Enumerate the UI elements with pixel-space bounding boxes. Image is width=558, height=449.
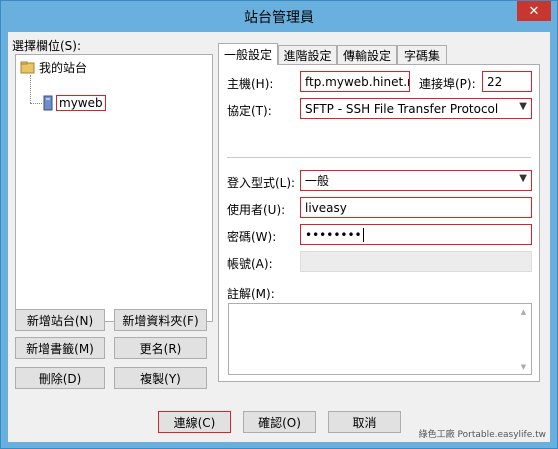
copy-button[interactable]: 複製(Y): [114, 367, 207, 389]
tree-connector: [30, 103, 42, 104]
window-title: 站台管理員: [244, 10, 314, 26]
tab-transfer[interactable]: 傳輸設定: [337, 45, 397, 64]
tree-site-label: myweb: [56, 95, 106, 111]
logon-type-label: 登入型式(L):: [227, 176, 296, 190]
password-mask: ••••••••: [305, 227, 362, 242]
new-folder-button[interactable]: 新增資料夾(F): [114, 309, 207, 331]
port-label: 連接埠(P):: [419, 77, 476, 91]
protocol-value: SFTP - SSH File Transfer Protocol: [305, 101, 499, 116]
user-input[interactable]: liveasy: [300, 197, 532, 218]
comments-textarea[interactable]: ▲ ▼: [228, 303, 532, 375]
dialog-client: 選擇欄位(S): 我的站台 myweb 新增站台(N) 新增資料夾(F) 新增書…: [8, 32, 550, 442]
host-input[interactable]: ftp.myweb.hinet.net: [300, 71, 410, 92]
tab-advanced[interactable]: 進階設定: [278, 45, 337, 64]
title-bar[interactable]: 站台管理員 ✕: [1, 1, 557, 32]
close-button[interactable]: ✕: [517, 1, 551, 21]
logon-type-value: 一般: [305, 174, 330, 188]
comments-label: 註解(M):: [227, 287, 275, 301]
select-entry-label: 選擇欄位(S):: [12, 39, 82, 53]
scroll-up-icon: ▲: [520, 307, 527, 316]
logon-type-select[interactable]: 一般 ▼: [300, 170, 532, 191]
account-label: 帳號(A):: [227, 257, 273, 271]
folder-network-icon: [20, 61, 35, 73]
password-input[interactable]: ••••••••: [300, 224, 532, 245]
tab-charset[interactable]: 字碼集: [397, 45, 447, 64]
account-input: [300, 251, 532, 272]
connect-button[interactable]: 連線(C): [158, 411, 231, 433]
password-label: 密碼(W):: [227, 230, 277, 244]
new-bookmark-button[interactable]: 新增書籤(M): [15, 337, 105, 359]
site-manager-window: 站台管理員 ✕ 選擇欄位(S): 我的站台 myweb 新增站台(N) 新增資料…: [0, 0, 558, 449]
new-site-button[interactable]: 新增站台(N): [15, 309, 105, 331]
chevron-down-icon: ▼: [519, 101, 527, 112]
tab-general[interactable]: 一般設定: [218, 43, 278, 65]
protocol-select[interactable]: SFTP - SSH File Transfer Protocol ▼: [300, 98, 532, 119]
ok-button[interactable]: 確認(O): [243, 411, 316, 433]
close-icon: ✕: [528, 3, 540, 19]
delete-button[interactable]: 刪除(D): [15, 367, 105, 389]
text-caret: [362, 227, 364, 242]
protocol-label: 協定(T):: [227, 104, 272, 118]
chevron-down-icon: ▼: [519, 173, 527, 184]
tree-root-label: 我的站台: [39, 61, 88, 75]
host-label: 主機(H):: [227, 77, 274, 91]
tree-connector: [30, 75, 31, 103]
rename-button[interactable]: 更名(R): [114, 337, 207, 359]
site-tree[interactable]: 我的站台 myweb: [15, 54, 213, 322]
server-icon: [43, 95, 53, 111]
tree-site-node[interactable]: myweb: [42, 95, 106, 111]
user-label: 使用者(U):: [227, 203, 286, 217]
section-divider: [227, 157, 531, 158]
watermark: 綠色工廠 Portable.easylife.tw: [418, 430, 546, 440]
general-settings-panel: 主機(H): ftp.myweb.hinet.net 連接埠(P): 22 協定…: [218, 64, 540, 382]
cancel-button[interactable]: 取消: [328, 411, 401, 433]
scroll-down-icon: ▼: [520, 362, 527, 371]
port-input[interactable]: 22: [482, 71, 532, 92]
tree-root-node[interactable]: 我的站台: [20, 59, 87, 76]
